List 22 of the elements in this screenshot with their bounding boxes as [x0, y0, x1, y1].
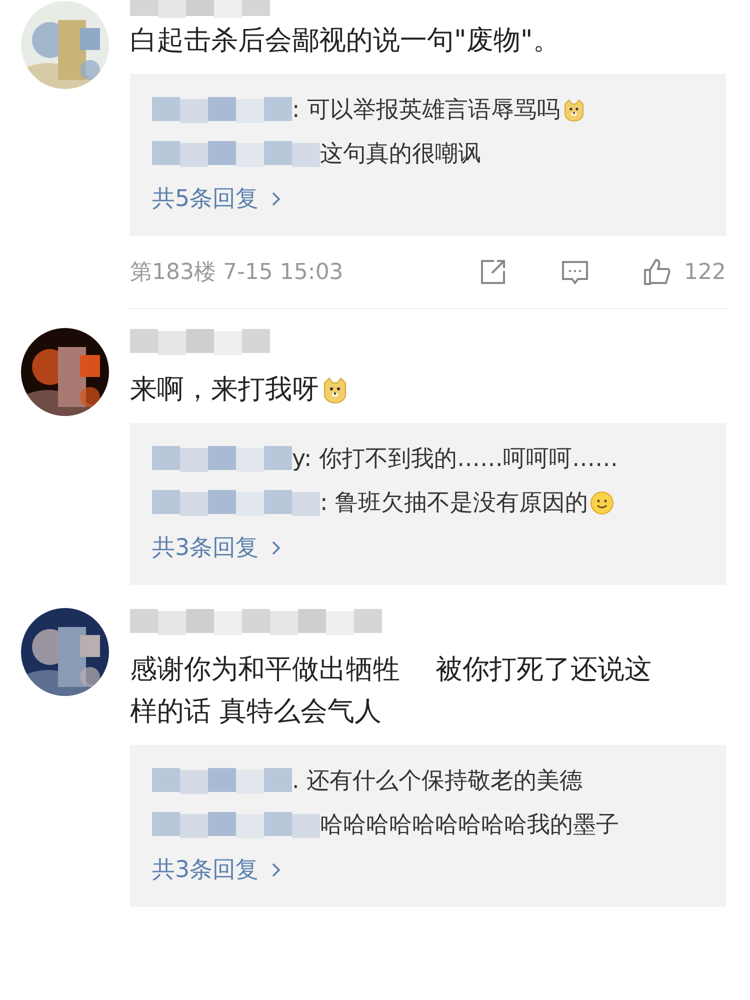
chevron-right-icon — [270, 540, 281, 556]
reply-text: 这句真的很嘲讽 — [320, 140, 481, 169]
share-icon[interactable] — [478, 257, 508, 287]
reply-text: . 还有什么个保持敬老的美德 — [292, 767, 583, 796]
dog-face-icon — [321, 376, 349, 404]
more-replies-link[interactable]: 共5条回复 — [152, 176, 281, 222]
comment-text: 白起击杀后会鄙视的说一句"废物"。 — [130, 24, 560, 58]
thumbs-up-icon[interactable] — [642, 257, 672, 287]
dog-face-icon — [562, 98, 586, 122]
reply-text: : 可以举报英雄言语辱骂吗 — [292, 96, 560, 125]
floor-timestamp: 第183楼 7-15 15:03 — [130, 259, 344, 287]
comment-text: 来啊，来打我呀 — [130, 373, 319, 407]
smiley-icon — [590, 491, 614, 515]
reply-text: : 鲁班欠抽不是没有原因的 — [320, 489, 588, 518]
reply-text: 哈哈哈哈哈哈哈哈哈我的墨子 — [320, 811, 619, 840]
chevron-right-icon — [270, 862, 281, 878]
more-replies-link[interactable]: 共3条回复 — [152, 525, 281, 571]
more-replies-link[interactable]: 共3条回复 — [152, 847, 281, 893]
comment-text: 感谢你为和平做出牺牲 被你打死了还说这样的话 真特么会气人 — [130, 653, 653, 729]
like-count: 122 — [684, 260, 726, 284]
chevron-right-icon — [270, 191, 281, 207]
reply-text: y: 你打不到我的……呵呵呵…… — [292, 445, 618, 474]
